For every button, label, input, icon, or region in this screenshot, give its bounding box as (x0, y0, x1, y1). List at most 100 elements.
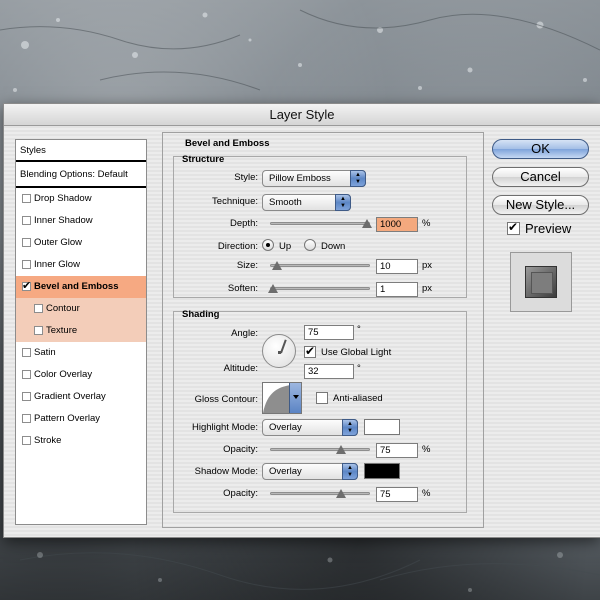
ok-button[interactable]: OK (492, 139, 589, 159)
style-item-outer-glow[interactable]: Outer Glow (16, 232, 146, 254)
direction-up-radio[interactable] (262, 239, 274, 251)
drop-shadow-checkbox[interactable] (22, 194, 31, 203)
angle-degree: ° (357, 324, 361, 335)
shading-group: Shading Angle: 75 ° ✔ Use Global Light A… (173, 309, 467, 513)
stroke-checkbox[interactable] (22, 436, 31, 445)
depth-label: Depth: (230, 218, 258, 229)
size-slider-thumb[interactable] (272, 261, 282, 270)
angle-label: Angle: (231, 328, 258, 339)
style-item-texture[interactable]: Texture (16, 320, 146, 342)
style-item-contour[interactable]: Contour (16, 298, 146, 320)
size-slider[interactable] (270, 264, 370, 267)
soften-unit: px (422, 283, 433, 294)
shadow-opacity-input[interactable]: 75 (376, 487, 418, 502)
angle-dial[interactable] (262, 334, 296, 368)
shadow-opacity-unit: % (422, 488, 431, 499)
highlight-opacity-slider[interactable] (270, 448, 370, 451)
shadow-opacity-thumb[interactable] (336, 489, 346, 498)
shading-title: Shading (182, 309, 220, 320)
style-item-pattern-overlay[interactable]: Pattern Overlay (16, 408, 146, 430)
size-label: Size: (236, 260, 258, 271)
updown-arrows-icon: ▲ ▼ (342, 463, 358, 480)
style-item-satin[interactable]: Satin (16, 342, 146, 364)
structure-group: Structure Style: Pillow Emboss ▲ ▼ Techni… (173, 154, 467, 298)
inner-glow-checkbox[interactable] (22, 260, 31, 269)
altitude-input[interactable]: 32 (304, 364, 354, 379)
pattern-overlay-checkbox[interactable] (22, 414, 31, 423)
bevel-emboss-checkbox[interactable]: ✔ (22, 280, 32, 292)
layer-style-dialog: Layer Style Styles Blending Options: Def… (3, 103, 600, 538)
gloss-contour-label: Gloss Contour: (194, 394, 258, 405)
outer-glow-checkbox[interactable] (22, 238, 31, 247)
style-popup[interactable]: Pillow Emboss ▲ ▼ (262, 170, 366, 187)
highlight-opacity-input[interactable]: 75 (376, 443, 418, 458)
highlight-color-swatch[interactable] (364, 419, 400, 435)
style-item-label: Inner Glow (34, 259, 80, 270)
style-item-inner-glow[interactable]: Inner Glow (16, 254, 146, 276)
shadow-mode-label: Shadow Mode: (194, 466, 258, 477)
updown-arrows-icon: ▲ ▼ (342, 419, 358, 436)
soften-label: Soften: (227, 283, 258, 294)
styles-list: Styles Blending Options: Default Drop Sh… (15, 139, 147, 525)
highlight-mode-popup[interactable]: Overlay ▲ ▼ (262, 419, 358, 436)
dialog-title: Layer Style (4, 104, 600, 126)
inner-shadow-checkbox[interactable] (22, 216, 31, 225)
shadow-color-swatch[interactable] (364, 463, 400, 479)
new-style-button[interactable]: New Style... (492, 195, 589, 215)
style-item-label: Drop Shadow (34, 193, 92, 204)
depth-slider[interactable] (270, 222, 370, 225)
style-item-inner-shadow[interactable]: Inner Shadow (16, 210, 146, 232)
depth-slider-thumb[interactable] (362, 219, 372, 228)
style-item-label: Texture (46, 325, 78, 336)
angle-input[interactable]: 75 (304, 325, 354, 340)
direction-down-radio[interactable] (304, 239, 316, 251)
depth-input[interactable]: 1000 (376, 217, 418, 232)
style-item-bevel-and-emboss[interactable]: ✔ Bevel and Emboss (16, 276, 146, 298)
style-item-gradient-overlay[interactable]: Gradient Overlay (16, 386, 146, 408)
style-item-color-overlay[interactable]: Color Overlay (16, 364, 146, 386)
highlight-opacity-thumb[interactable] (336, 445, 346, 454)
altitude-degree: ° (357, 363, 361, 374)
style-item-label: Outer Glow (34, 237, 83, 248)
satin-checkbox[interactable] (22, 348, 31, 357)
shadow-opacity-slider[interactable] (270, 492, 370, 495)
soften-slider-thumb[interactable] (268, 284, 278, 293)
technique-popup[interactable]: Smooth ▲ ▼ (262, 194, 351, 211)
shadow-mode-popup[interactable]: Overlay ▲ ▼ (262, 463, 358, 480)
style-item-label: Contour (46, 303, 80, 314)
anti-aliased-checkbox[interactable] (316, 392, 328, 404)
style-item-label: Inner Shadow (34, 215, 93, 226)
global-light-checkbox[interactable]: ✔ (304, 345, 316, 358)
soften-slider[interactable] (270, 287, 370, 290)
style-item-label: Satin (34, 347, 56, 358)
dropdown-arrow-icon (289, 383, 301, 413)
gloss-contour-picker[interactable] (262, 382, 302, 414)
contour-checkbox[interactable] (34, 304, 43, 313)
cancel-button[interactable]: Cancel (492, 167, 589, 187)
bevel-emboss-panel: Bevel and Emboss Structure Style: Pillow… (162, 132, 484, 528)
gradient-overlay-checkbox[interactable] (22, 392, 31, 401)
highlight-mode-value: Overlay (269, 422, 302, 433)
structure-title: Structure (182, 154, 225, 165)
preview-checkbox[interactable]: ✔ (507, 221, 520, 235)
soften-input[interactable]: 1 (376, 282, 418, 297)
color-overlay-checkbox[interactable] (22, 370, 31, 379)
direction-down-label: Down (321, 241, 346, 252)
updown-arrows-icon: ▲ ▼ (350, 170, 366, 187)
updown-arrows-icon: ▲ ▼ (335, 194, 351, 211)
angle-center-icon (278, 351, 281, 354)
texture-checkbox[interactable] (34, 326, 43, 335)
contour-curve-icon (263, 385, 291, 413)
depth-unit: % (422, 218, 431, 229)
shadow-mode-value: Overlay (269, 466, 302, 477)
style-item-label: Stroke (34, 435, 62, 446)
size-unit: px (422, 260, 433, 271)
blending-options-item[interactable]: Blending Options: Default (16, 164, 146, 188)
size-input[interactable]: 10 (376, 259, 418, 274)
styles-header[interactable]: Styles (16, 140, 146, 162)
shadow-opacity-label: Opacity: (223, 488, 258, 499)
style-item-drop-shadow[interactable]: Drop Shadow (16, 188, 146, 210)
style-item-label: Pattern Overlay (34, 413, 100, 424)
checkmark-icon: ✔ (22, 280, 32, 292)
style-item-stroke[interactable]: Stroke (16, 430, 146, 452)
